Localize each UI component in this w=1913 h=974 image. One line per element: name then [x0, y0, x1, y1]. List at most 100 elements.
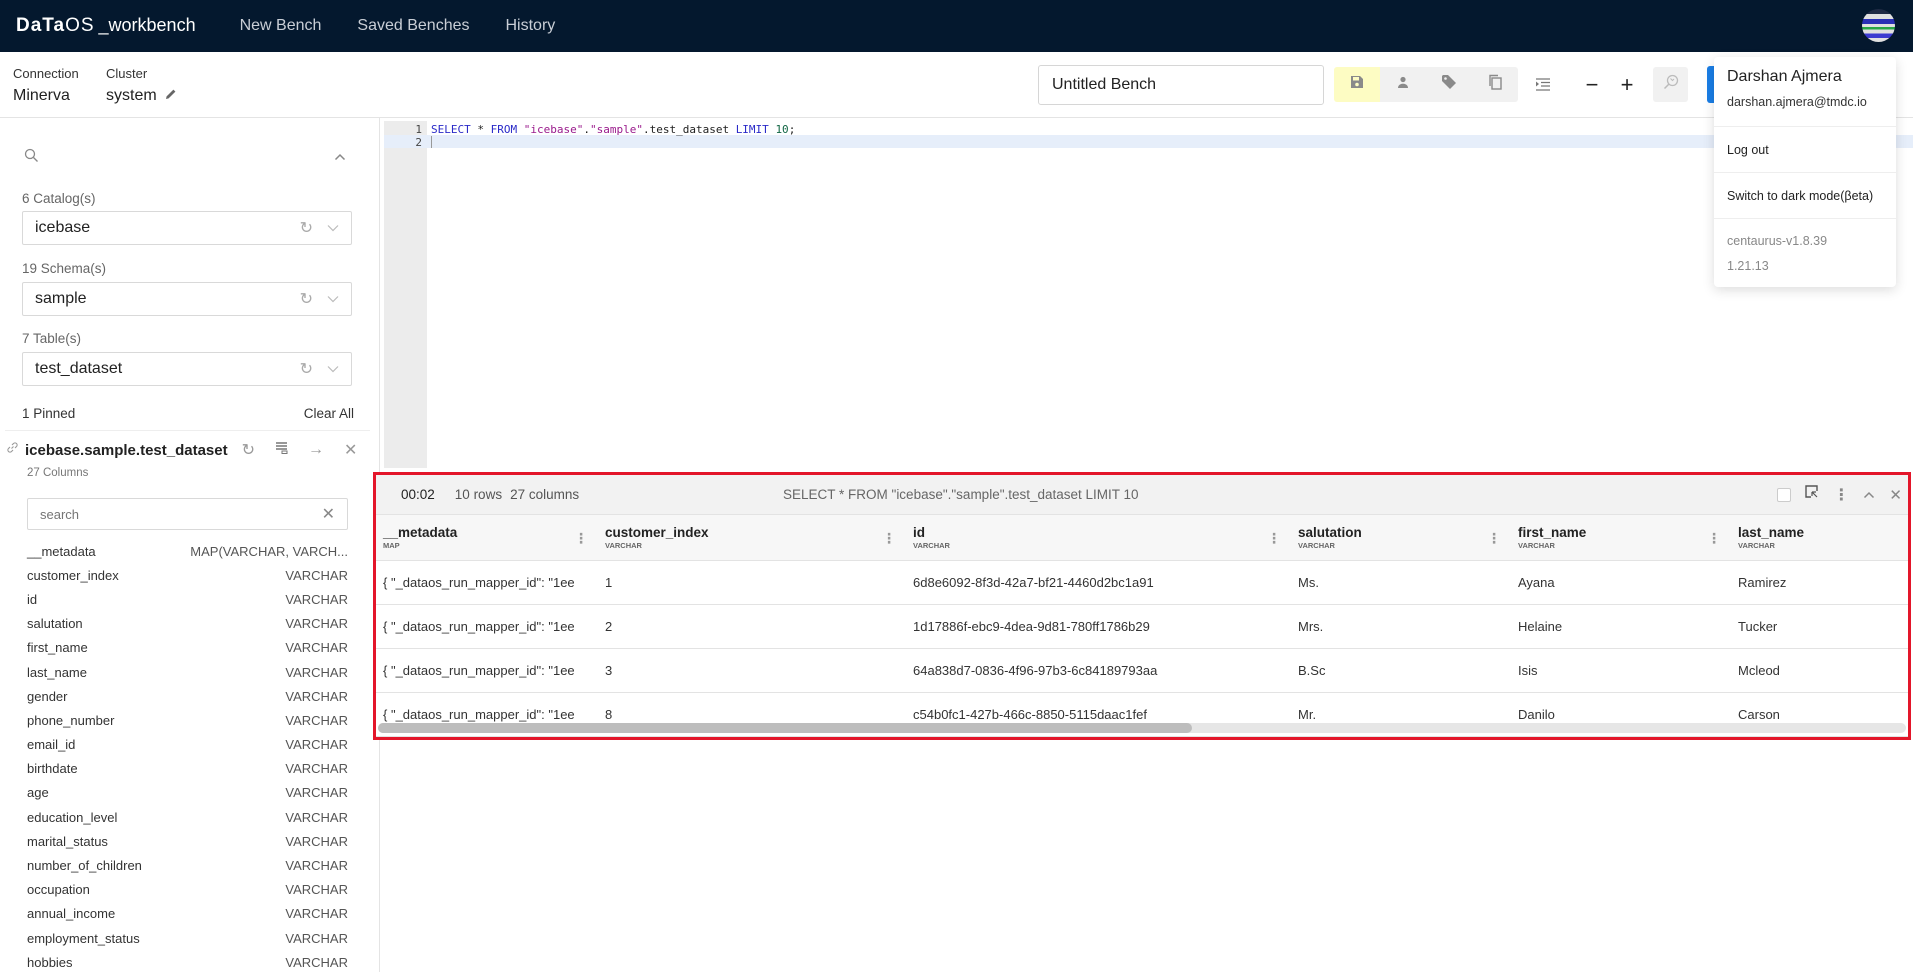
column-list-item[interactable]: hobbies VARCHAR: [27, 950, 348, 974]
column-header-name: customer_index: [605, 524, 709, 540]
chevron-up-icon[interactable]: [334, 148, 346, 166]
column-list-item[interactable]: number_of_children VARCHAR: [27, 853, 348, 877]
table-cell[interactable]: 6d8e6092-8f3d-42a7-bf21-4460d2bc1a91: [906, 560, 1291, 605]
format-button[interactable]: [1525, 67, 1561, 102]
column-header[interactable]: first_name VARCHAR ⋮: [1511, 515, 1731, 561]
column-menu-icon[interactable]: ⋮: [1267, 530, 1281, 547]
table-cell[interactable]: Ayana: [1511, 560, 1731, 605]
column-list-item[interactable]: employment_status VARCHAR: [27, 926, 348, 950]
chevron-down-icon[interactable]: [327, 360, 339, 378]
scrollbar-thumb[interactable]: [378, 723, 1192, 733]
arrow-right-icon[interactable]: →: [308, 441, 324, 459]
schema-select[interactable]: sample ↻: [22, 282, 352, 316]
open-external-icon[interactable]: [1805, 485, 1819, 504]
clear-all-button[interactable]: Clear All: [304, 406, 354, 421]
dark-mode-menu-item[interactable]: Switch to dark mode(βeta): [1714, 173, 1896, 218]
cluster-label: Cluster: [106, 66, 148, 81]
column-list-item[interactable]: email_id VARCHAR: [27, 733, 348, 757]
logout-menu-item[interactable]: Log out: [1714, 127, 1896, 172]
chevron-up-icon[interactable]: [1863, 486, 1875, 504]
refresh-icon[interactable]: ↻: [300, 289, 313, 309]
horizontal-scrollbar[interactable]: [378, 723, 1906, 733]
pinned-table-name[interactable]: icebase.sample.test_dataset: [25, 442, 228, 459]
column-list-item[interactable]: last_name VARCHAR: [27, 660, 348, 684]
column-menu-icon[interactable]: ⋮: [574, 530, 588, 547]
column-menu-icon[interactable]: ⋮: [1707, 530, 1721, 547]
user-avatar[interactable]: [1862, 9, 1895, 42]
table-cell[interactable]: Ms.: [1291, 560, 1511, 605]
table-preview-icon[interactable]: [275, 441, 288, 459]
column-list-item[interactable]: occupation VARCHAR: [27, 878, 348, 902]
sql-editor[interactable]: 1 2 SELECT * FROM "icebase"."sample".tes…: [381, 118, 1913, 468]
table-cell[interactable]: 1d17886f-ebc9-4dea-9d81-780ff1786b29: [906, 604, 1291, 649]
column-search-field[interactable]: ✕: [27, 498, 348, 530]
nav-history[interactable]: History: [505, 17, 555, 35]
tag-button[interactable]: [1426, 67, 1472, 102]
more-options-icon[interactable]: ⋮: [1833, 485, 1849, 505]
column-list-item[interactable]: education_level VARCHAR: [27, 805, 348, 829]
nav-new-bench[interactable]: New Bench: [240, 17, 322, 35]
column-list-item[interactable]: gender VARCHAR: [27, 684, 348, 708]
table-cell[interactable]: { "_dataos_run_mapper_id": "1ee: [376, 648, 598, 693]
column-menu-icon[interactable]: ⋮: [882, 530, 896, 547]
table-cell[interactable]: { "_dataos_run_mapper_id": "1ee: [376, 560, 598, 605]
column-list-item[interactable]: marital_status VARCHAR: [27, 829, 348, 853]
refresh-icon[interactable]: ↻: [242, 440, 255, 460]
column-list-item[interactable]: age VARCHAR: [27, 781, 348, 805]
column-header[interactable]: id VARCHAR ⋮: [906, 515, 1291, 561]
table-row[interactable]: { "_dataos_run_mapper_id": "1ee 2 1d17886f…: [376, 604, 1908, 649]
code-token: 10: [775, 123, 789, 136]
table-cell[interactable]: 2: [598, 604, 906, 649]
column-menu-icon[interactable]: ⋮: [1487, 530, 1501, 547]
code-line[interactable]: SELECT * FROM "icebase"."sample".test_da…: [431, 123, 795, 136]
column-header[interactable]: customer_index VARCHAR ⋮: [598, 515, 906, 561]
table-cell[interactable]: 1: [598, 560, 906, 605]
explain-button[interactable]: [1653, 67, 1688, 102]
clear-search-icon[interactable]: ✕: [322, 504, 335, 524]
table-cell[interactable]: Mrs.: [1291, 604, 1511, 649]
refresh-icon[interactable]: ↻: [300, 359, 313, 379]
column-search-input[interactable]: [40, 506, 322, 522]
column-list-item[interactable]: first_name VARCHAR: [27, 636, 348, 660]
table-cell[interactable]: { "_dataos_run_mapper_id": "1ee: [376, 604, 598, 649]
nav-saved-benches[interactable]: Saved Benches: [357, 17, 469, 35]
duplicate-button[interactable]: [1472, 67, 1518, 102]
search-icon[interactable]: [24, 148, 39, 168]
close-icon[interactable]: ✕: [344, 440, 357, 460]
column-header[interactable]: __metadata MAP ⋮: [376, 515, 598, 561]
pencil-icon[interactable]: [165, 87, 177, 105]
table-cell[interactable]: Tucker: [1731, 604, 1908, 649]
chevron-down-icon[interactable]: [327, 219, 339, 237]
table-cell[interactable]: Ramirez: [1731, 560, 1908, 605]
column-header[interactable]: last_name VARCHAR: [1731, 515, 1908, 561]
app-logo[interactable]: DaTa OS _workbench: [16, 15, 196, 37]
save-button[interactable]: [1334, 67, 1380, 102]
close-icon[interactable]: ✕: [1889, 486, 1902, 504]
zoom-out-button[interactable]: −: [1574, 67, 1610, 102]
cluster-selector[interactable]: system: [106, 87, 177, 105]
column-header[interactable]: salutation VARCHAR ⋮: [1291, 515, 1511, 561]
column-list-item[interactable]: salutation VARCHAR: [27, 612, 348, 636]
column-list-item[interactable]: annual_income VARCHAR: [27, 902, 348, 926]
table-cell[interactable]: Mcleod: [1731, 648, 1908, 693]
share-user-button[interactable]: [1380, 67, 1426, 102]
catalog-select[interactable]: icebase ↻: [22, 211, 352, 245]
table-cell[interactable]: 3: [598, 648, 906, 693]
column-list-item[interactable]: id VARCHAR: [27, 587, 348, 611]
column-list-item[interactable]: birthdate VARCHAR: [27, 757, 348, 781]
table-select[interactable]: test_dataset ↻: [22, 352, 352, 386]
table-cell[interactable]: Helaine: [1511, 604, 1731, 649]
table-cell[interactable]: Isis: [1511, 648, 1731, 693]
table-cell[interactable]: 64a838d7-0836-4f96-97b3-6c84189793aa: [906, 648, 1291, 693]
table-cell[interactable]: B.Sc: [1291, 648, 1511, 693]
zoom-in-button[interactable]: +: [1609, 67, 1645, 102]
column-list-item[interactable]: __metadata MAP(VARCHAR, VARCH...: [27, 539, 348, 563]
table-row[interactable]: { "_dataos_run_mapper_id": "1ee 1 6d8e6092…: [376, 560, 1908, 605]
refresh-icon[interactable]: ↻: [300, 218, 313, 238]
column-list-item[interactable]: customer_index VARCHAR: [27, 563, 348, 587]
select-checkbox[interactable]: [1777, 487, 1792, 502]
chevron-down-icon[interactable]: [327, 290, 339, 308]
bench-name-input[interactable]: [1038, 65, 1324, 105]
table-row[interactable]: { "_dataos_run_mapper_id": "1ee 3 64a838d7…: [376, 648, 1908, 693]
column-list-item[interactable]: phone_number VARCHAR: [27, 708, 348, 732]
